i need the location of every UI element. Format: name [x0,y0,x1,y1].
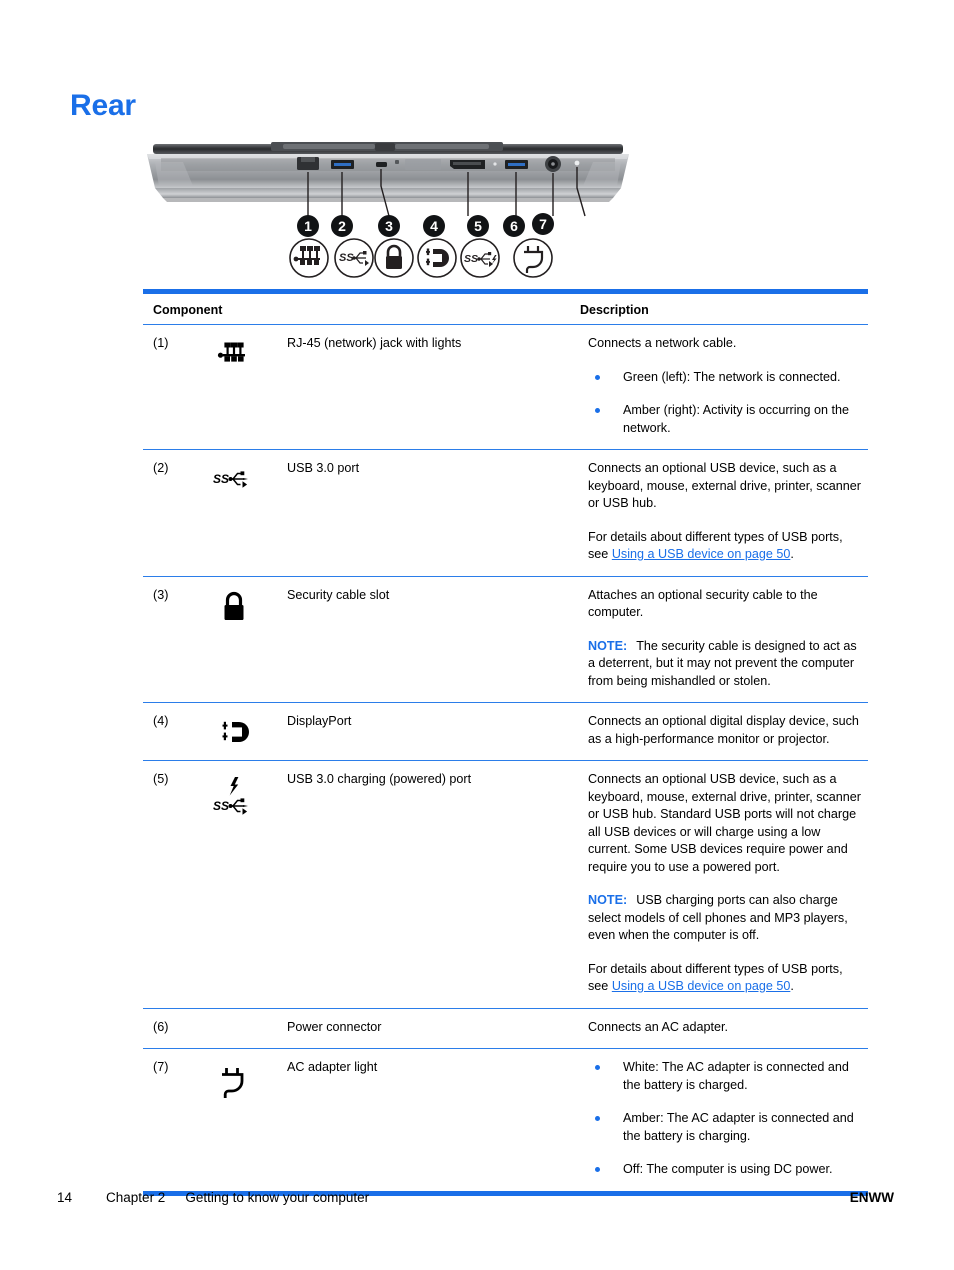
bullet-dot [595,408,600,413]
note-label: NOTE: [588,893,628,907]
svg-text:4: 4 [430,218,438,234]
table-row: (5) SS USB 3.0 charging (powered) port C… [143,761,868,1008]
list-item-text: Amber: The AC adapter is connected and t… [623,1111,854,1143]
list-item-text: Amber (right): Activity is occurring on … [623,403,850,435]
component-description: Connects a network cable. Green (left): … [588,335,868,437]
desc-paragraph: Connects an optional USB device, such as… [588,461,862,510]
callout-number: (2) [153,461,169,475]
callout-number: (3) [153,587,169,602]
list-item: Off: The computer is using DC power. [588,1161,864,1179]
page-title: Rear [70,89,136,122]
desc-paragraph: Connects an AC adapter. [588,1019,729,1034]
list-item: Amber: The AC adapter is connected and t… [588,1110,864,1145]
svg-text:SS: SS [213,472,229,486]
document-page: Rear 1 2 3 4 5 6 7 SS SS Component Descr… [0,0,954,1270]
component-description: Connects an optional USB device, such as… [588,771,868,996]
components-table: Component Description (1) RJ-45 (network… [143,289,868,1196]
svg-text:1: 1 [304,218,312,234]
list-item: White: The AC adapter is connected and t… [588,1059,864,1094]
desc-paragraph: Connects an optional USB device, such as… [588,772,862,874]
callout-number: (4) [153,714,169,728]
desc-note: NOTE: USB charging ports can also charge … [588,892,864,945]
list-item: Green (left): The network is connected. [588,369,864,387]
desc-intro: Connects a network cable. [588,336,737,350]
svg-text:5: 5 [474,218,482,234]
crossref-trailing: . [790,979,794,993]
usb-superspeed-charging-icon: SS [199,771,287,996]
usb-device-link[interactable]: Using a USB device on page 50 [612,547,791,561]
component-description: Connects an optional digital display dev… [588,713,868,748]
component-name: USB 3.0 charging (powered) port [287,772,472,786]
footer-chapter-title: Getting to know your computer [185,1190,370,1205]
table-row: (3) Security cable slot Attaches an opti… [143,577,868,703]
component-description: White: The AC adapter is connected and t… [588,1059,868,1179]
callout-number: (6) [153,1019,169,1034]
note-text: The security cable is designed to act as… [588,638,857,688]
svg-text:SS: SS [339,252,354,264]
list-item-text: Off: The computer is using DC power. [623,1162,833,1176]
note-label: NOTE: [588,638,628,653]
desc-crossref-paragraph: For details about different types of USB… [588,961,864,996]
callout-number: (1) [153,336,169,350]
svg-text:7: 7 [539,216,547,232]
list-item-text: White: The AC adapter is connected and t… [623,1060,849,1092]
svg-text:6: 6 [510,218,518,234]
component-description: Connects an AC adapter. [588,1019,868,1037]
desc-note: NOTE: The security cable is designed to a… [588,638,864,691]
component-name: USB 3.0 port [287,461,360,475]
rj45-network-icon [199,335,287,437]
component-name: Security cable slot [287,587,390,602]
bullet-dot [595,1116,600,1121]
callout-number: (7) [153,1060,169,1074]
usb-device-link[interactable]: Using a USB device on page 50 [612,979,791,993]
desc-bullet-list: White: The AC adapter is connected and t… [588,1059,864,1179]
svg-text:3: 3 [385,218,393,234]
desc-crossref-paragraph: For details about different types of USB… [588,529,864,564]
no-icon [199,1019,287,1037]
component-name: DisplayPort [287,714,352,728]
component-description: Attaches an optional security cable to t… [588,587,868,691]
desc-bullet-list: Green (left): The network is connected. … [588,369,864,438]
svg-text:SS: SS [213,799,229,813]
rear-view-illustration: 1 2 3 4 5 6 7 SS SS [143,142,633,287]
callout-number: (5) [153,772,169,786]
displayport-icon [199,713,287,748]
svg-text:SS: SS [464,253,478,265]
table-row: (2) SS USB 3.0 port Connects an optional… [143,450,868,576]
table-header-row: Component Description [143,294,868,324]
component-name: RJ-45 (network) jack with lights [287,336,462,350]
desc-paragraph: Attaches an optional security cable to t… [588,587,818,620]
footer-locale: ENWW [849,1190,894,1205]
power-plug-icon [199,1059,287,1179]
column-header-description: Description [580,303,649,317]
desc-paragraph: Connects an optional digital display dev… [588,714,859,746]
component-name: AC adapter light [287,1060,378,1074]
component-name: Power connector [287,1019,382,1034]
list-item-text: Green (left): The network is connected. [623,369,841,384]
footer-page-number: 14 [57,1190,73,1205]
usb-superspeed-icon: SS [199,460,287,564]
footer-chapter: Chapter 2 [106,1190,166,1205]
table-row: (4) DisplayPort Connects an optional dig… [143,703,868,760]
bullet-dot [595,374,600,380]
component-description: Connects an optional USB device, such as… [588,460,868,564]
svg-text:2: 2 [338,218,346,234]
page-footer: 14 Chapter 2 Getting to know your comput… [57,1190,894,1205]
table-row: (6) Power connector Connects an AC adapt… [143,1009,868,1049]
bullet-dot [595,1167,600,1172]
bullet-dot [595,1065,600,1070]
column-header-component: Component [153,303,223,317]
lock-icon [199,587,287,691]
table-row: (1) RJ-45 (network) jack with lights Con… [143,325,868,449]
crossref-trailing: . [790,547,794,561]
list-item: Amber (right): Activity is occurring on … [588,402,864,437]
table-row: (7) AC adapter light White: The AC adapt… [143,1049,868,1191]
